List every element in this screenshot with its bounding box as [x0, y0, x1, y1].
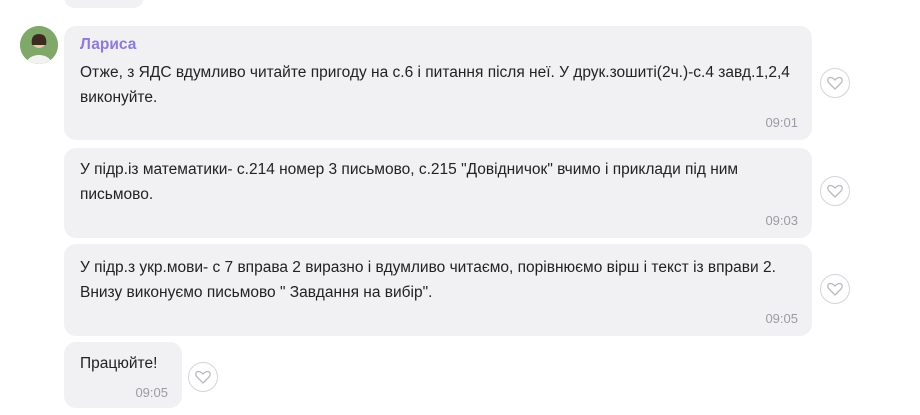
heart-icon: [827, 76, 843, 90]
message-bubble: У підр.із математики- с.214 номер 3 пись…: [64, 148, 812, 238]
message-bubble: У підр.з укр.мови- с 7 вправа 2 виразно …: [64, 244, 812, 336]
message-bubble: Працюйте! 09:05: [64, 342, 182, 408]
like-button[interactable]: [820, 68, 850, 98]
message-text: Працюйте!: [80, 355, 158, 372]
message-text: Отже, з ЯДС вдумливо читайте пригоду на …: [80, 64, 790, 106]
message-time: 09:05: [135, 385, 168, 400]
user-avatar-icon: [20, 26, 58, 64]
like-button[interactable]: [820, 274, 850, 304]
heart-icon: [827, 282, 843, 296]
heart-icon: [827, 184, 843, 198]
message-time: 09:03: [765, 213, 798, 228]
like-button[interactable]: [820, 176, 850, 206]
avatar[interactable]: [20, 26, 58, 64]
like-button[interactable]: [188, 362, 218, 392]
message-time: 09:01: [765, 115, 798, 130]
message-time: 09:05: [765, 311, 798, 326]
heart-icon: [195, 370, 211, 384]
previous-message-bubble: [64, 0, 144, 8]
message-bubble: Лариса Отже, з ЯДС вдумливо читайте приг…: [64, 26, 812, 140]
sender-name[interactable]: Лариса: [80, 34, 796, 56]
message-text: У підр.з укр.мови- с 7 вправа 2 виразно …: [80, 259, 776, 301]
message-text: У підр.із математики- с.214 номер 3 пись…: [80, 161, 739, 203]
